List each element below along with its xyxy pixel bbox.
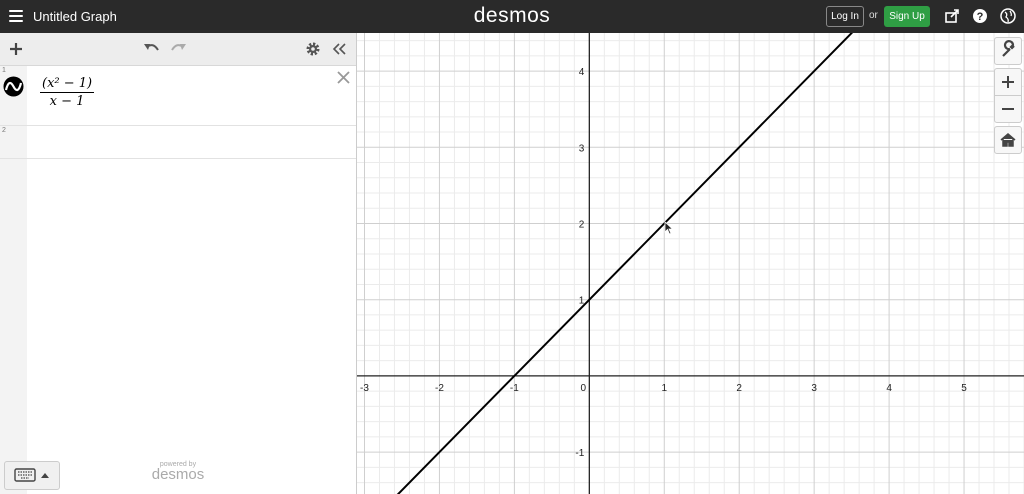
zoom-out-icon[interactable] [995,95,1021,127]
svg-text:?: ? [977,11,984,23]
top-bar: Untitled Graph desmos Log In or Sign Up … [0,0,1024,33]
powered-by-desmos[interactable]: powered by desmos [149,461,207,483]
y-tick-label: 4 [579,67,585,78]
wrench-icon[interactable] [994,37,1022,65]
fraction-denominator: x − 1 [49,94,85,109]
fraction-numerator: (x² − 1) [42,76,93,91]
x-tick-label: 1 [661,383,667,394]
expression-gutter: 1 [0,66,27,125]
expression-row[interactable]: 1 (x² − 1) x − 1 [0,66,356,126]
sign-up-button[interactable]: Sign Up [884,6,930,27]
expression-math[interactable]: (x² − 1) x − 1 [40,76,95,109]
menu-icon[interactable] [9,10,23,22]
collapse-panel-icon[interactable] [331,41,347,62]
expression-index: 1 [2,67,6,74]
undo-icon[interactable] [143,41,161,60]
y-tick-label: 2 [579,219,585,230]
x-tick-label: 5 [961,383,967,394]
curve-color-icon[interactable] [3,76,24,102]
zoom-controls [994,68,1022,123]
expression-index: 2 [2,127,6,134]
or-label: or [869,10,878,21]
y-tick-label: -1 [575,448,584,459]
x-tick-label: -2 [435,383,444,394]
globe-icon[interactable] [1000,8,1016,24]
x-tick-label: -1 [510,383,519,394]
powered-by-brand: desmos [151,466,205,483]
graph-paper[interactable]: -3 -2 -1 0 1 2 3 4 5 -1 1 2 3 4 [357,33,1024,494]
add-icon[interactable] [8,41,24,62]
redo-icon[interactable] [169,41,187,60]
expression-panel: 1 (x² − 1) x − 1 2 powered by desmos [0,33,357,494]
x-tick-label: 2 [736,383,742,394]
settings-icon[interactable] [305,41,321,62]
y-tick-label: 3 [579,143,585,154]
graph-curve [396,33,854,494]
x-tick-label: 3 [811,383,817,394]
graph-title[interactable]: Untitled Graph [33,9,117,24]
share-icon[interactable] [944,8,960,24]
expression-gutter: 2 [0,126,27,158]
graph-canvas[interactable]: -3 -2 -1 0 1 2 3 4 5-11234 [357,33,1024,494]
expression-row[interactable]: 2 [0,126,356,159]
x-tick-label: 0 [581,383,587,394]
keyboard-toggle-button[interactable] [4,461,60,490]
gutter-fill [0,159,27,494]
x-tick-label: 4 [886,383,892,394]
log-in-button[interactable]: Log In [826,6,864,27]
mouse-cursor-icon [664,221,674,240]
x-tick-label: -3 [360,383,369,394]
fraction-bar [40,92,95,93]
help-icon[interactable]: ? [972,8,988,24]
expression-toolbar [0,33,356,66]
delete-expression-icon[interactable] [337,71,350,89]
home-icon[interactable] [994,126,1022,154]
